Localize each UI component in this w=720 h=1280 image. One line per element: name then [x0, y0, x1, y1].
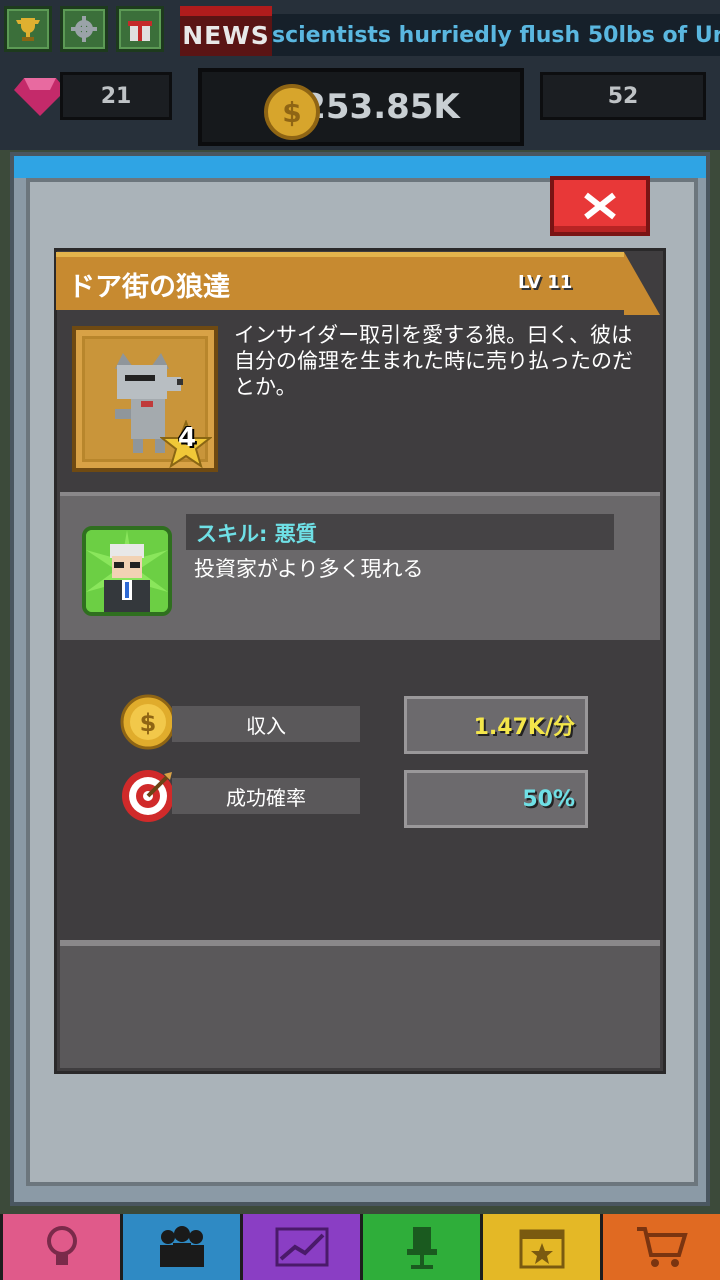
resource-row: 21 253.85K 52: [0, 66, 720, 150]
chair-icon: [406, 1227, 437, 1269]
lightbulb-icon: [46, 1226, 77, 1265]
close-button[interactable]: [550, 176, 650, 236]
tab-shop[interactable]: [600, 1214, 720, 1280]
calendar-star-icon: [519, 1229, 564, 1269]
gem-count[interactable]: 21: [60, 72, 172, 120]
success-rate-value: 50%: [404, 770, 588, 828]
coin-count[interactable]: 253.85K: [198, 68, 524, 146]
income-label: 収入: [172, 706, 360, 742]
top-icon-group: [4, 6, 164, 52]
character-name: ドア街の狼達: [68, 272, 230, 303]
game-screen: NEWS scientists hurriedly flush 50lbs of…: [0, 0, 720, 1280]
news-ticker[interactable]: scientists hurriedly flush 50lbs of Uran…: [272, 14, 720, 56]
tab-office[interactable]: [360, 1214, 480, 1280]
target-icon: [122, 770, 174, 822]
star-count: 4: [178, 423, 197, 453]
coin-icon: $: [264, 84, 320, 140]
skill-investor-icon: [82, 526, 172, 616]
svg-text:$: $: [140, 709, 157, 737]
shopping-cart-icon: [636, 1227, 688, 1267]
top-bar: NEWS scientists hurriedly flush 50lbs of…: [0, 0, 720, 150]
coin-icon: $: [120, 694, 176, 750]
level-label: LV 11: [518, 272, 573, 293]
title-bar: ドア街の狼達 LV 11: [56, 252, 660, 315]
news-label: NEWS: [180, 6, 272, 56]
dialog-footer: [60, 946, 660, 1068]
gift-box-icon[interactable]: [116, 6, 164, 52]
success-rate-label: 成功確率: [172, 778, 360, 814]
character-description: インサイダー取引を愛する狼。曰く、彼は自分の倫理を生まれた時に売り払ったのだとか…: [234, 323, 633, 399]
gem-icon: [14, 78, 66, 116]
settings-gear-icon[interactable]: [60, 6, 108, 52]
cash-count[interactable]: 52: [540, 72, 706, 120]
income-value: 1.47K/分: [404, 696, 588, 754]
close-x-icon: [584, 192, 616, 220]
tab-staff[interactable]: [120, 1214, 240, 1280]
trophy-icon[interactable]: [4, 6, 52, 52]
skill-description: 投資家がより多く現れる: [194, 557, 424, 581]
people-icon: [159, 1226, 204, 1267]
tab-events[interactable]: [480, 1214, 600, 1280]
bottom-navigation: [0, 1214, 720, 1280]
skill-name: スキル: 悪質: [196, 522, 317, 546]
chart-icon: [275, 1227, 328, 1267]
tab-ideas[interactable]: [0, 1214, 120, 1280]
tab-stats[interactable]: [240, 1214, 360, 1280]
